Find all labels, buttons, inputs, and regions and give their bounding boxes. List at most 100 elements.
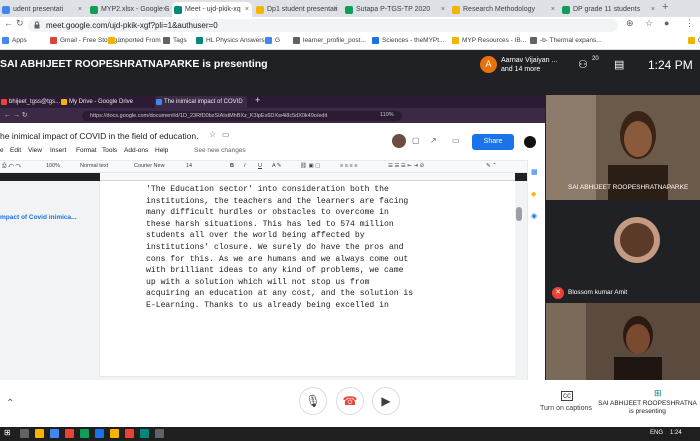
- tab-favicon-icon: [256, 6, 264, 14]
- tab-close-icon[interactable]: ×: [245, 2, 249, 17]
- extension-icon[interactable]: ⊕: [626, 18, 634, 29]
- language-indicator[interactable]: ENG: [650, 430, 663, 436]
- participant-tile[interactable]: [546, 303, 700, 380]
- size-select: 14: [186, 163, 193, 169]
- bookmark-item[interactable]: HL Physics Answers: [196, 37, 265, 44]
- file-explorer-icon[interactable]: [35, 429, 44, 438]
- bold-icon: B: [230, 163, 234, 169]
- meeting-details-icon[interactable]: ⌃: [6, 398, 14, 409]
- tab-close-icon[interactable]: ×: [441, 2, 445, 17]
- settings-icon[interactable]: [155, 429, 164, 438]
- doc-text-line: E-Learning. Thanks to us already being e…: [146, 300, 389, 310]
- camera-icon: ▶: [381, 394, 391, 408]
- bookmark-item[interactable]: Apps: [2, 37, 27, 44]
- bookmark-label: Apps: [12, 37, 27, 44]
- browser-tab[interactable]: Research Methodology ×: [450, 2, 558, 17]
- participant-summary: Aarnav Vijaiyan ... and 14 more: [501, 56, 557, 74]
- camera-button[interactable]: ▶: [372, 387, 400, 415]
- captions-button[interactable]: Turn on captions: [540, 405, 592, 412]
- people-icon[interactable]: ⚇: [578, 58, 588, 71]
- bookmark-item[interactable]: MYP Resources - IB...: [452, 37, 526, 44]
- participant-tile[interactable]: ✕ Blossom kumar Amit: [546, 205, 700, 300]
- back-icon[interactable]: ←: [4, 18, 13, 28]
- doc-text-line: cons for this. As we are humans and we a…: [146, 254, 409, 264]
- scroll-thumb: [516, 207, 522, 221]
- doc-text-line: these harsh situations. This has led to …: [146, 219, 394, 229]
- tab-favicon-icon: [2, 6, 10, 14]
- menu-dots-icon[interactable]: ⋮: [685, 18, 694, 29]
- folder-icon[interactable]: [110, 429, 119, 438]
- tab-close-icon[interactable]: ×: [551, 2, 555, 17]
- captions-icon[interactable]: cc: [561, 391, 573, 401]
- bookmark-item[interactable]: Tags: [163, 37, 187, 44]
- bookmark-item[interactable]: G: [265, 37, 280, 44]
- present-now-icon[interactable]: ⊞: [654, 388, 662, 399]
- windows-start-icon[interactable]: ⊞: [4, 428, 11, 437]
- tab-favicon-icon: [90, 6, 98, 14]
- inner-tab-favicon-icon: [1, 99, 7, 105]
- presenting-status[interactable]: SAI ABHIJEET ROOPESHRATNA is presenting: [595, 400, 700, 416]
- tab-favicon-icon: [452, 6, 460, 14]
- tab-close-icon[interactable]: ×: [334, 2, 338, 17]
- tab-close-icon[interactable]: ×: [163, 2, 167, 17]
- bookmark-icon: [2, 37, 9, 44]
- bookmark-icon: [372, 37, 379, 44]
- chat-icon[interactable]: ▤: [614, 58, 624, 71]
- tab-favicon-icon: [345, 6, 353, 14]
- outline-heading: mpact of Covid inimica...: [0, 214, 77, 221]
- clock: 1:24 PM: [648, 58, 693, 72]
- browser-tab[interactable]: Sutapa P-TGS-TP 2020 ×: [343, 2, 448, 17]
- browser-tab[interactable]: udent presentati ×: [0, 2, 85, 17]
- style-select: Normal text: [80, 163, 109, 169]
- bookmark-item[interactable]: Othe: [688, 37, 700, 44]
- participant-name: Aarnav Vijaiyan ...: [501, 57, 558, 64]
- powerpoint-icon[interactable]: [125, 429, 134, 438]
- bookmark-star-icon[interactable]: ☆: [645, 18, 653, 29]
- inner-browser-tab: My Drive - Google Drive: [60, 96, 152, 108]
- new-tab-icon[interactable]: +: [662, 1, 668, 13]
- profile-icon[interactable]: ●: [664, 18, 669, 28]
- taskbar-clock[interactable]: 1:24: [670, 430, 682, 436]
- browser-tab[interactable]: Dp1 student presentati ×: [254, 2, 341, 17]
- keep-icon: ◆: [531, 191, 537, 198]
- italic-icon: I: [244, 163, 246, 169]
- inner-zoom: 110%: [380, 112, 394, 118]
- inner-browser-tab: bhijeet_tgss@tgs...: [0, 96, 60, 108]
- bookmark-item[interactable]: learner_profile_post...: [293, 37, 366, 44]
- mic-button[interactable]: 🎙︎: [299, 387, 327, 415]
- bookmark-item[interactable]: -b- Thermal expans...: [530, 37, 602, 44]
- align-icon: ≡ ≡ ≡ ≡: [340, 163, 358, 169]
- meet-icon[interactable]: [140, 429, 149, 438]
- bookmark-icon: [688, 37, 695, 44]
- chrome-icon[interactable]: [65, 429, 74, 438]
- end-call-button[interactable]: ☎: [336, 387, 364, 415]
- participant-name: Blossom kumar Amit: [568, 289, 628, 296]
- folder-icon: ▭: [222, 130, 230, 139]
- browser-tab[interactable]: MYP2.xlsx - Google Sh ×: [88, 2, 170, 17]
- participant-tile[interactable]: SAI ABHIJEET ROOPESHRATNAPARKE: [546, 95, 700, 200]
- browser-tab[interactable]: Meet - ujd-pkik-xq ×: [172, 2, 252, 17]
- word-icon[interactable]: [95, 429, 104, 438]
- avatar: A: [480, 56, 497, 73]
- share-label: Share: [483, 138, 503, 145]
- bookmark-icon: [196, 37, 203, 44]
- reload-icon[interactable]: ↻: [16, 18, 24, 29]
- browser-tab[interactable]: DP grade 11 students ×: [560, 2, 658, 17]
- tasks-icon: ◉: [531, 213, 538, 220]
- text-color-icon: A ✎: [272, 163, 282, 169]
- bookmark-label: HL Physics Answers: [206, 37, 265, 44]
- ruler: [100, 173, 515, 181]
- doc-text-line: institutions' closure. We surely do have…: [146, 242, 404, 252]
- participant-more: and 14 more: [501, 66, 541, 73]
- excel-icon[interactable]: [80, 429, 89, 438]
- search-icon[interactable]: [20, 429, 29, 438]
- edge-icon[interactable]: [50, 429, 59, 438]
- tab-close-icon[interactable]: ×: [78, 2, 82, 17]
- tab-close-icon[interactable]: ×: [651, 2, 655, 17]
- doc-text-line: students all over the world being affect…: [146, 231, 365, 241]
- bookmark-item[interactable]: Sciences - theMYPt...: [372, 37, 445, 44]
- doc-paragraph: 'The Education sector' into consideratio…: [146, 184, 436, 312]
- mic-off-icon: ✕: [552, 287, 564, 299]
- url-bar[interactable]: meet.google.com/ujd-pkik-xgf?pli=1&authu…: [28, 19, 618, 32]
- bookmark-item[interactable]: Imported From IE: [108, 37, 169, 44]
